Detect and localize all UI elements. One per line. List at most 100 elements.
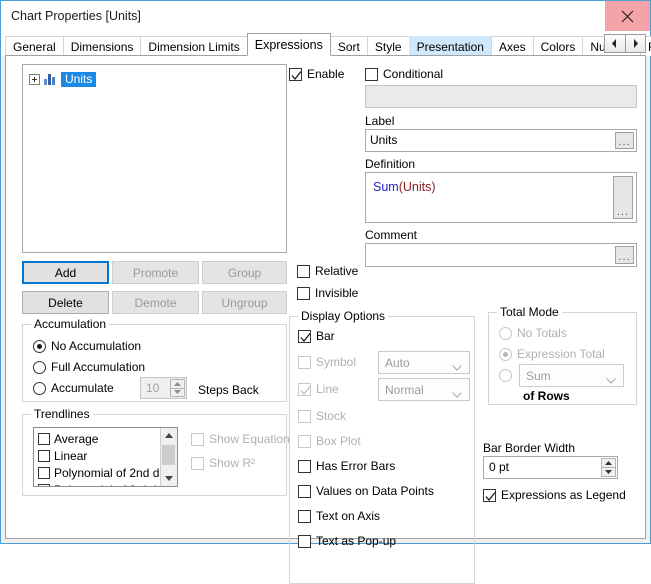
radio-aggregate-total[interactable] — [499, 369, 517, 382]
bar-border-width-caption: Bar Border Width — [483, 441, 576, 455]
checkbox-has-error-bars[interactable]: Has Error Bars — [298, 459, 395, 473]
label-browse-button[interactable]: ... — [615, 132, 634, 149]
delete-button[interactable]: Delete — [22, 291, 109, 314]
tab-style[interactable]: Style — [366, 36, 410, 56]
accumulation-group: Accumulation No Accumulation Full Accumu… — [22, 317, 287, 402]
comment-input[interactable]: ... — [365, 243, 637, 267]
radio-label: Expression Total — [517, 347, 605, 361]
checkbox-label: Show R² — [209, 456, 256, 470]
checkbox-box-plot[interactable]: Box Plot — [298, 434, 361, 448]
checkbox-icon — [297, 264, 310, 278]
tree-item-label: Units — [61, 71, 97, 87]
radio-expression-total[interactable]: Expression Total — [499, 347, 605, 361]
group-button[interactable]: Group — [202, 261, 287, 284]
stepper-buttons — [601, 458, 616, 477]
promote-button[interactable]: Promote — [112, 261, 199, 284]
steps-back-stepper[interactable]: 10 — [140, 377, 187, 399]
tab-scroll-left-icon[interactable] — [605, 35, 626, 52]
checkbox-label: Show Equation — [209, 432, 290, 446]
line-style-select-value: Normal — [385, 383, 424, 397]
checkbox-relative[interactable]: Relative — [297, 264, 358, 278]
symbol-select[interactable]: Auto — [378, 351, 470, 374]
tab-scroll-right-icon[interactable] — [625, 35, 645, 52]
list-item[interactable]: Polynomial of 2nd d — [38, 464, 159, 481]
checkbox-stock[interactable]: Stock — [298, 409, 346, 423]
checkbox-invisible[interactable]: Invisible — [297, 286, 358, 300]
chevron-down-icon — [452, 360, 462, 374]
checkbox-icon — [298, 459, 311, 473]
radio-accumulate[interactable]: Accumulate — [33, 381, 114, 395]
checkbox-label: Line — [316, 382, 339, 396]
definition-caption: Definition — [365, 157, 416, 171]
checkbox-enable[interactable]: Enable — [289, 67, 344, 81]
radio-label: No Accumulation — [51, 339, 142, 353]
radio-full-accumulation[interactable]: Full Accumulation — [33, 360, 145, 374]
scrollbar-thumb[interactable] — [162, 445, 175, 465]
radio-no-totals[interactable]: No Totals — [499, 326, 567, 340]
checkbox-show-r2[interactable]: Show R² — [191, 456, 255, 470]
checkbox-icon — [297, 286, 310, 300]
ungroup-button[interactable]: Ungroup — [202, 291, 287, 314]
tab-dimensions[interactable]: Dimensions — [62, 36, 142, 56]
stepper-up-icon[interactable] — [601, 458, 616, 467]
line-style-select[interactable]: Normal — [378, 378, 470, 401]
scroll-up-icon[interactable] — [161, 428, 176, 443]
tab-presentation[interactable]: Presentation — [408, 36, 492, 56]
checkbox-symbol[interactable]: Symbol — [298, 355, 356, 369]
checkbox-bar[interactable]: Bar — [298, 329, 335, 343]
checkbox-expressions-as-legend[interactable]: Expressions as Legend — [483, 488, 626, 502]
definition-argument: (Units) — [398, 180, 436, 194]
tab-sort[interactable]: Sort — [329, 36, 368, 56]
demote-button[interactable]: Demote — [112, 291, 199, 314]
comment-browse-button[interactable]: ... — [615, 246, 634, 264]
aggregate-select[interactable]: Sum — [519, 364, 624, 387]
checkbox-icon — [298, 534, 311, 548]
checkbox-text-as-popup[interactable]: Text as Pop-up — [298, 534, 396, 548]
list-item[interactable]: Linear — [38, 447, 87, 464]
list-item[interactable]: Polynomial of 3rd d — [38, 481, 157, 486]
checkbox-icon — [298, 509, 311, 523]
conditional-input[interactable] — [365, 85, 637, 108]
checkbox-icon — [289, 67, 302, 81]
expression-tree[interactable]: Units — [22, 64, 287, 253]
checkbox-show-equation[interactable]: Show Equation — [191, 432, 290, 446]
stepper-down-icon[interactable] — [601, 467, 616, 477]
add-button[interactable]: Add — [22, 261, 109, 284]
checkbox-icon[interactable] — [38, 466, 50, 479]
trendlines-group-title: Trendlines — [31, 407, 93, 421]
checkbox-label: Bar — [316, 329, 335, 343]
stepper-up-icon[interactable] — [170, 379, 185, 388]
tab-dimension-limits[interactable]: Dimension Limits — [140, 36, 248, 56]
checkbox-text-on-axis[interactable]: Text on Axis — [298, 509, 380, 523]
stepper-down-icon[interactable] — [170, 387, 185, 397]
checkbox-conditional[interactable]: Conditional — [365, 67, 443, 81]
radio-dot-icon — [499, 347, 512, 361]
tab-expressions[interactable]: Expressions — [246, 33, 331, 56]
tab-colors[interactable]: Colors — [532, 36, 584, 56]
chevron-down-icon — [452, 387, 462, 401]
tab-general[interactable]: General — [5, 36, 64, 56]
definition-browse-button[interactable]: ... — [613, 176, 633, 219]
trendlines-listbox[interactable]: Average Linear Polynomial of 2nd d Polyn… — [33, 427, 178, 487]
definition-input[interactable]: Sum(Units) ... — [365, 172, 637, 223]
bar-border-width-stepper[interactable]: 0 pt — [483, 456, 618, 479]
title-bar: Chart Properties [Units] — [1, 1, 650, 32]
checkbox-label: Text on Axis — [316, 509, 381, 523]
radio-label: Accumulate — [51, 381, 114, 395]
scroll-down-icon[interactable] — [161, 471, 176, 486]
of-rows-label: of Rows — [523, 389, 570, 403]
checkbox-icon[interactable] — [38, 449, 50, 462]
tab-axes[interactable]: Axes — [490, 36, 534, 56]
stepper-buttons — [170, 379, 185, 397]
tree-item-units[interactable]: Units — [29, 71, 97, 87]
close-icon[interactable] — [605, 1, 650, 31]
checkbox-line[interactable]: Line — [298, 382, 339, 396]
checkbox-values-on-data-points[interactable]: Values on Data Points — [298, 484, 434, 498]
checkbox-icon[interactable] — [38, 483, 50, 486]
label-input[interactable]: Units ... — [365, 129, 637, 152]
checkbox-icon[interactable] — [38, 432, 50, 445]
radio-no-accumulation[interactable]: No Accumulation — [33, 339, 141, 353]
expand-plus-icon[interactable] — [29, 73, 40, 85]
trendlines-scrollbar[interactable] — [160, 428, 177, 486]
list-item[interactable]: Average — [38, 430, 98, 447]
